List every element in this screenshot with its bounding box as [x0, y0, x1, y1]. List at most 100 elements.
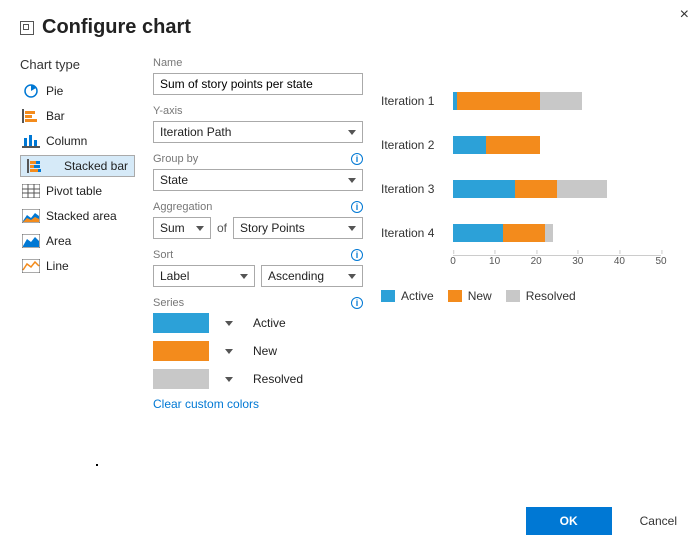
chevron-down-icon[interactable]: [225, 349, 233, 354]
bar-category-label: Iteration 1: [381, 94, 453, 108]
dialog-title: Configure chart: [42, 16, 191, 39]
sort-label: Sort: [153, 249, 173, 261]
group-by-label: Group by: [153, 153, 198, 165]
clear-custom-colors-link[interactable]: Clear custom colors: [153, 397, 363, 411]
yaxis-label: Y-axis: [153, 105, 363, 117]
chart-type-label: Column: [46, 134, 87, 148]
axis-tick: 40: [614, 252, 625, 267]
close-icon[interactable]: ×: [680, 6, 689, 24]
series-row-resolved: Resolved: [153, 369, 363, 389]
chart-type-label: Pivot table: [46, 184, 102, 198]
series-row-new: New: [153, 341, 363, 361]
decorative-dot: [96, 464, 98, 466]
group-by-select[interactable]: State: [153, 169, 363, 191]
chart-type-heading: Chart type: [20, 57, 135, 72]
group-by-value: State: [160, 173, 188, 187]
aggregation-field-value: Story Points: [240, 221, 305, 235]
chart-type-column[interactable]: Column: [20, 130, 135, 152]
line-icon: [22, 259, 40, 273]
bar-segment-resolved: [540, 92, 582, 110]
chart-type-stacked-area[interactable]: Stacked area: [20, 205, 135, 227]
chevron-down-icon: [196, 226, 204, 231]
yaxis-select[interactable]: Iteration Path: [153, 121, 363, 143]
bar-segment-new: [515, 180, 557, 198]
aggregation-of: of: [217, 221, 227, 235]
legend-label: Resolved: [526, 289, 576, 303]
series-row-active: Active: [153, 313, 363, 333]
chart-type-stacked-bar[interactable]: Stacked bar: [20, 155, 135, 177]
series-swatch[interactable]: [153, 369, 209, 389]
chevron-down-icon: [348, 130, 356, 135]
info-icon[interactable]: i: [351, 201, 363, 213]
cancel-button[interactable]: Cancel: [640, 514, 677, 528]
bar-segment-new: [503, 224, 545, 242]
chart-type-bar[interactable]: Bar: [20, 105, 135, 127]
bar-segment-resolved: [557, 180, 607, 198]
bar-row: Iteration 1: [381, 79, 661, 123]
bar-row: Iteration 4: [381, 211, 661, 255]
legend-label: Active: [401, 289, 434, 303]
info-icon[interactable]: i: [351, 153, 363, 165]
bar-segment-active: [453, 224, 503, 242]
bar-category-label: Iteration 4: [381, 226, 453, 240]
pivot-table-icon: [22, 184, 40, 198]
chart-type-label: Stacked area: [46, 209, 117, 223]
series-label: Series: [153, 297, 184, 309]
area-icon: [22, 234, 40, 248]
legend-swatch: [506, 290, 520, 302]
legend-item-resolved: Resolved: [506, 289, 576, 303]
bar-segment-active: [453, 136, 486, 154]
chart-type-label: Area: [46, 234, 71, 248]
chart-type-label: Pie: [46, 84, 63, 98]
legend-label: New: [468, 289, 492, 303]
bar-segment-active: [453, 180, 515, 198]
bar-icon: [22, 109, 40, 123]
yaxis-value: Iteration Path: [160, 125, 231, 139]
chevron-down-icon: [240, 274, 248, 279]
info-icon[interactable]: i: [351, 297, 363, 309]
bar-segment-new: [486, 136, 540, 154]
chart-preview: Iteration 1 Iteration 2 Iteration 3 Iterati…: [381, 79, 661, 303]
chevron-down-icon: [348, 178, 356, 183]
legend-item-active: Active: [381, 289, 434, 303]
stacked-bar-icon: [27, 159, 45, 173]
aggregation-select[interactable]: Sum: [153, 217, 211, 239]
axis-tick: 0: [450, 252, 456, 267]
aggregation-value: Sum: [160, 221, 185, 235]
sort-direction-select[interactable]: Ascending: [261, 265, 363, 287]
ok-button[interactable]: OK: [526, 507, 612, 535]
chevron-down-icon: [348, 274, 356, 279]
name-input[interactable]: [153, 73, 363, 95]
axis-tick: 30: [572, 252, 583, 267]
bar-row: Iteration 3: [381, 167, 661, 211]
bar-category-label: Iteration 2: [381, 138, 453, 152]
series-name: New: [253, 344, 277, 358]
chart-type-area[interactable]: Area: [20, 230, 135, 252]
info-icon[interactable]: i: [351, 249, 363, 261]
column-icon: [22, 134, 40, 148]
stacked-area-icon: [22, 209, 40, 223]
legend-swatch: [381, 290, 395, 302]
sort-by-select[interactable]: Label: [153, 265, 255, 287]
bar-segment-new: [457, 92, 540, 110]
chevron-down-icon: [348, 226, 356, 231]
series-swatch[interactable]: [153, 341, 209, 361]
x-axis: 01020304050: [453, 255, 661, 273]
sort-by-value: Label: [160, 269, 189, 283]
chevron-down-icon[interactable]: [225, 321, 233, 326]
chart-type-label: Line: [46, 259, 69, 273]
chart-type-line[interactable]: Line: [20, 255, 135, 277]
bar-row: Iteration 2: [381, 123, 661, 167]
chart-type-pivot-table[interactable]: Pivot table: [20, 180, 135, 202]
bar-category-label: Iteration 3: [381, 182, 453, 196]
series-swatch[interactable]: [153, 313, 209, 333]
axis-tick: 50: [655, 252, 666, 267]
aggregation-field-select[interactable]: Story Points: [233, 217, 363, 239]
chart-type-pie[interactable]: Pie: [20, 80, 135, 102]
chevron-down-icon[interactable]: [225, 377, 233, 382]
chart-type-label: Stacked bar: [64, 159, 128, 173]
sort-direction-value: Ascending: [268, 269, 324, 283]
chart-type-label: Bar: [46, 109, 65, 123]
series-name: Active: [253, 316, 286, 330]
chart-legend: Active New Resolved: [381, 289, 661, 303]
